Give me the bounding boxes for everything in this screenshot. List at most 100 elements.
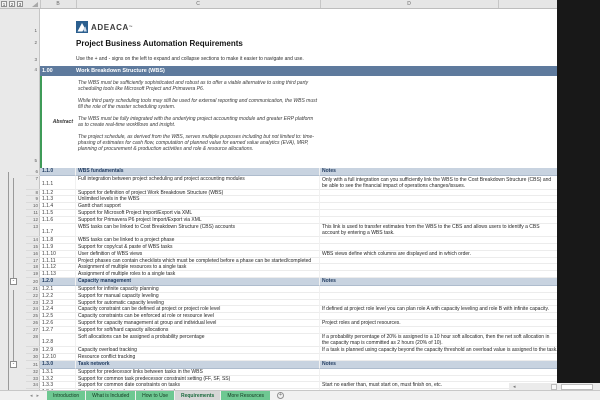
- abstract-label[interactable]: Abstract: [40, 76, 73, 168]
- cell-requirement[interactable]: Gantt chart support: [76, 203, 320, 210]
- row-number[interactable]: 6: [26, 168, 40, 176]
- cell-requirement[interactable]: User definition of WBS views: [76, 251, 320, 258]
- row-number[interactable]: 10: [26, 203, 40, 210]
- row-number[interactable]: 14: [26, 237, 40, 244]
- cell-note[interactable]: [320, 327, 557, 334]
- cell-note[interactable]: If a probability percentage of 20% is as…: [320, 334, 557, 348]
- cell-note[interactable]: Only with a full integration can you suf…: [320, 176, 557, 190]
- column-header-b[interactable]: B: [40, 0, 76, 8]
- cell-note[interactable]: This link is used to transfer estimates …: [320, 224, 557, 238]
- cell-requirement[interactable]: Task network: [76, 361, 320, 369]
- cell-requirement[interactable]: Support for automatic capacity leveling: [76, 300, 320, 307]
- cell-note[interactable]: [320, 286, 557, 293]
- row-number[interactable]: 30: [26, 354, 40, 361]
- cell-note[interactable]: WBS views define which columns are displ…: [320, 251, 557, 258]
- cell-note[interactable]: [320, 190, 557, 197]
- select-all-corner[interactable]: [32, 2, 38, 7]
- cell-id[interactable]: 1.1.6: [40, 217, 76, 224]
- row-number[interactable]: 2: [26, 40, 37, 45]
- row-number[interactable]: 11: [26, 210, 40, 217]
- row-number[interactable]: 17: [26, 258, 40, 265]
- cell-id[interactable]: 1.2.3: [40, 300, 76, 307]
- cell-requirement[interactable]: Capacity management: [76, 278, 320, 286]
- cell-id[interactable]: 1.3.3: [40, 382, 76, 389]
- row-number[interactable]: 7: [26, 176, 40, 190]
- usage-instructions[interactable]: Use the + and - signs on the left to exp…: [76, 56, 304, 62]
- cell-requirement[interactable]: Support for infinite capacity planning: [76, 286, 320, 293]
- sheet-tab-requirements[interactable]: Requirements: [175, 391, 220, 400]
- sheet-tab-how-to-use[interactable]: How to Use: [136, 391, 174, 400]
- cell-requirement[interactable]: Project phases can contain checklists wh…: [76, 258, 320, 265]
- cell-requirement[interactable]: Support for definition of project Work B…: [76, 190, 320, 197]
- cell-requirement[interactable]: Support for common date constraints on t…: [76, 382, 320, 389]
- page-title[interactable]: Project Business Automation Requirements: [76, 39, 243, 48]
- sheet-tab-what-is-included[interactable]: What is Included: [86, 391, 135, 400]
- row-number[interactable]: 27: [26, 327, 40, 334]
- row-number[interactable]: 26: [26, 320, 40, 327]
- cell-id[interactable]: 1.2.8: [40, 334, 76, 348]
- row-number[interactable]: 18: [26, 264, 40, 271]
- add-sheet-button[interactable]: +: [277, 392, 284, 399]
- cell-note[interactable]: [320, 376, 557, 383]
- cell-requirement[interactable]: WBS tasks can be linked to a project pha…: [76, 237, 320, 244]
- cell-requirement[interactable]: Support for manual capacity leveling: [76, 293, 320, 300]
- row-number[interactable]: 34: [26, 382, 40, 389]
- cell-note[interactable]: [320, 258, 557, 265]
- cell-id[interactable]: 1.2.9: [40, 347, 76, 354]
- row-number[interactable]: 19: [26, 271, 40, 278]
- cell-id[interactable]: 1.1.4: [40, 203, 76, 210]
- section-header-row[interactable]: 1.00 Work Breakdown Structure (WBS): [40, 66, 557, 76]
- row-number[interactable]: 21: [26, 286, 40, 293]
- column-header-c[interactable]: C: [76, 0, 320, 8]
- cell-id[interactable]: 1.1.13: [40, 271, 76, 278]
- cell-id[interactable]: 1.1.12: [40, 264, 76, 271]
- cell-requirement[interactable]: Support for Microsoft Project Import/Exp…: [76, 210, 320, 217]
- column-header-d[interactable]: D: [320, 0, 498, 8]
- cell-note[interactable]: [320, 244, 557, 251]
- abstract-cell[interactable]: The WBS must be sufficiently sophisticat…: [78, 80, 319, 158]
- outline-level-1-button[interactable]: 1: [1, 1, 7, 7]
- cell-id[interactable]: 1.1.8: [40, 237, 76, 244]
- row-number[interactable]: 25: [26, 313, 40, 320]
- cell-requirement[interactable]: WBS tasks can be linked to Cost Breakdow…: [76, 224, 320, 238]
- collapse-group-button[interactable]: -: [10, 361, 17, 368]
- cell-note[interactable]: Project roles and project resources.: [320, 320, 557, 327]
- row-number[interactable]: 8: [26, 190, 40, 197]
- cell-id[interactable]: 1.2.5: [40, 313, 76, 320]
- row-number[interactable]: 33: [26, 376, 40, 383]
- row-number[interactable]: 5: [26, 158, 37, 163]
- cell-note[interactable]: [320, 196, 557, 203]
- cell-note[interactable]: [320, 210, 557, 217]
- row-number[interactable]: 20: [26, 278, 40, 286]
- cell-requirement[interactable]: Support for copy/cut & paste of WBS task…: [76, 244, 320, 251]
- cell-note[interactable]: [320, 271, 557, 278]
- cell-note[interactable]: [320, 203, 557, 210]
- row-number[interactable]: 28: [26, 334, 40, 348]
- cell-id[interactable]: 1.1.11: [40, 258, 76, 265]
- cell-id[interactable]: 1.2.0: [40, 278, 76, 286]
- cell-id[interactable]: 1.2.6: [40, 320, 76, 327]
- cell-note[interactable]: [320, 237, 557, 244]
- cell-note[interactable]: [320, 293, 557, 300]
- cell-id[interactable]: 1.2.2: [40, 293, 76, 300]
- row-number[interactable]: 24: [26, 306, 40, 313]
- row-number[interactable]: 16: [26, 251, 40, 258]
- cell-id[interactable]: 1.1.1: [40, 176, 76, 190]
- cell-requirement[interactable]: Capacity overload tracking: [76, 347, 320, 354]
- cell-id[interactable]: 1.1.7: [40, 224, 76, 238]
- cell-note[interactable]: [320, 369, 557, 376]
- cell-note[interactable]: Notes: [320, 278, 557, 286]
- cell-requirement[interactable]: Assignment of multiple roles to a single…: [76, 271, 320, 278]
- cell-note[interactable]: [320, 300, 557, 307]
- cell-note[interactable]: If a task is planned using capacity beyo…: [320, 347, 557, 354]
- cell-note[interactable]: [320, 217, 557, 224]
- collapse-group-button[interactable]: -: [10, 278, 17, 285]
- cell-note[interactable]: [320, 264, 557, 271]
- cell-note[interactable]: If defined at project role level you can…: [320, 306, 557, 313]
- cell-id[interactable]: 1.2.10: [40, 354, 76, 361]
- cell-requirement[interactable]: Capacity constraint can be defined at pr…: [76, 306, 320, 313]
- row-number[interactable]: 13: [26, 224, 40, 238]
- cell-id[interactable]: 1.1.9: [40, 244, 76, 251]
- cell-id[interactable]: 1.2.7: [40, 327, 76, 334]
- cell-requirement[interactable]: Full integration between project schedul…: [76, 176, 320, 190]
